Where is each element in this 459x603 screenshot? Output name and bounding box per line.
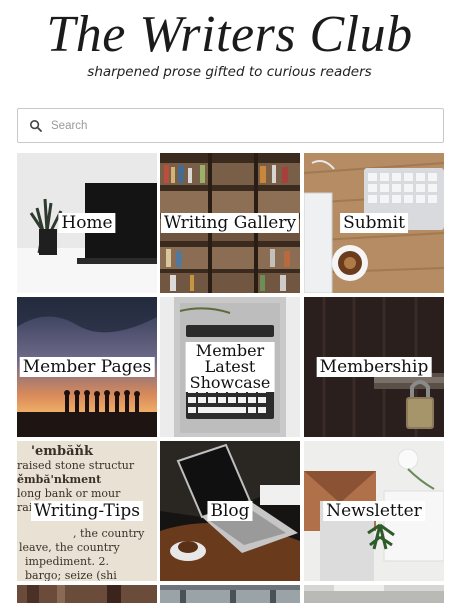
partial-image [304, 585, 444, 603]
svg-text:'embăňk: 'embăňk [31, 444, 94, 459]
tile-label: Newsletter [323, 501, 425, 521]
tile-newsletter[interactable]: Newsletter [304, 441, 444, 581]
site-tagline: sharpened prose gifted to curious reader… [87, 64, 372, 80]
svg-text:leave, the country: leave, the country [19, 541, 120, 554]
tile-label: Home [58, 213, 116, 233]
tile-label: Submit [340, 213, 408, 233]
tile-writing-tips[interactable]: 'embăňk raised stone structur ěmbă'nkmen… [17, 441, 157, 581]
tile-label: Blog [207, 501, 253, 521]
tile-partial-3[interactable] [304, 585, 444, 603]
tile-label: Member Latest Showcase [185, 342, 275, 392]
search-input[interactable] [51, 114, 411, 137]
tile-home[interactable]: Home [17, 153, 157, 293]
tile-member-pages[interactable]: Member Pages [17, 297, 157, 437]
svg-text:impediment. 2.: impediment. 2. [25, 555, 109, 568]
tile-label: Membership [316, 357, 432, 377]
svg-text:bargo; seize (shi: bargo; seize (shi [25, 569, 117, 581]
svg-text:long bank or mour: long bank or mour [17, 487, 121, 500]
svg-text:, the country: , the country [73, 527, 145, 540]
tile-label: Member Pages [19, 357, 155, 377]
search-icon [29, 119, 42, 132]
search-bar[interactable] [17, 108, 444, 143]
partial-image [17, 585, 157, 603]
tile-partial-1[interactable] [17, 585, 157, 603]
tile-label: Writing Gallery [160, 213, 300, 233]
svg-text:ěmbă'nkment: ěmbă'nkment [17, 473, 102, 486]
svg-text:raised stone structur: raised stone structur [17, 459, 135, 472]
partial-image [160, 585, 300, 603]
tile-member-latest-showcase[interactable]: Member Latest Showcase [160, 297, 300, 437]
tile-blog[interactable]: Blog [160, 441, 300, 581]
tile-writing-gallery[interactable]: Writing Gallery [160, 153, 300, 293]
tile-submit[interactable]: Submit [304, 153, 444, 293]
tile-label: Writing-Tips [31, 501, 143, 521]
site-title: The Writers Club [46, 6, 413, 63]
site-logo[interactable]: The Writers Club sharpened prose gifted … [0, 6, 459, 80]
tile-membership[interactable]: Membership [304, 297, 444, 437]
tile-partial-2[interactable] [160, 585, 300, 603]
